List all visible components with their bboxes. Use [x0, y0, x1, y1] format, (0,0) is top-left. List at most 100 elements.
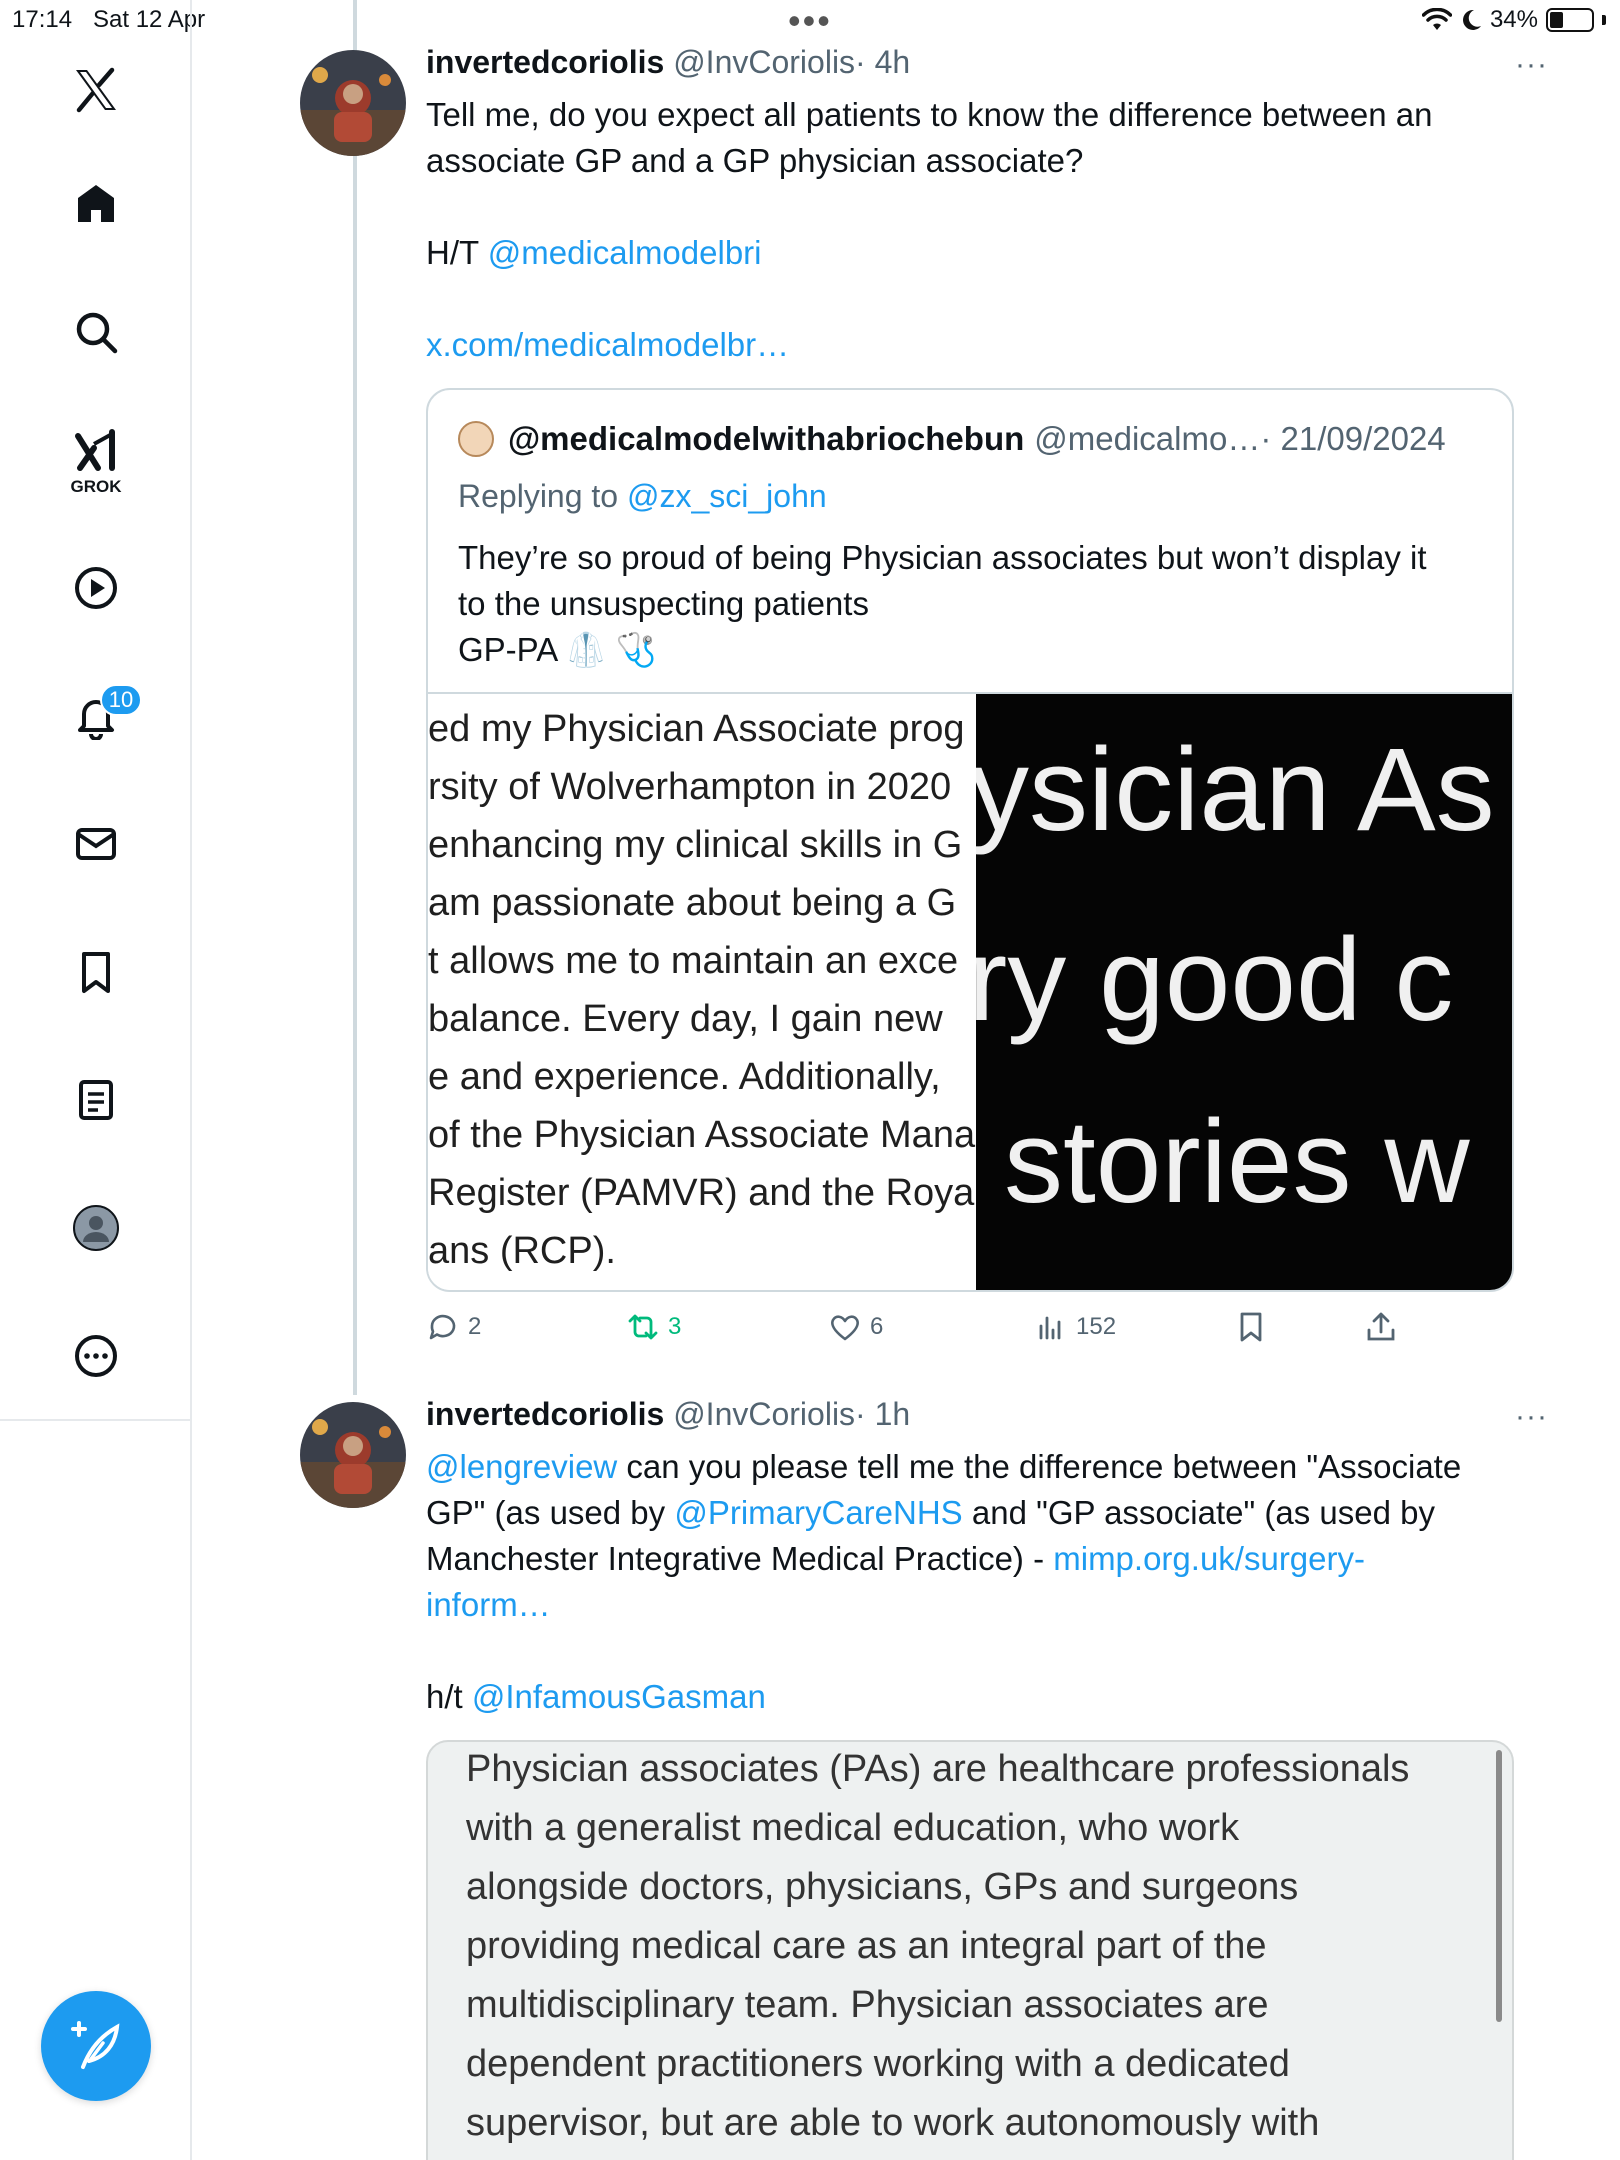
- image-text-line: dependent practitioners working with a d…: [466, 2043, 1290, 2085]
- reply-button[interactable]: 2: [426, 1310, 481, 1344]
- compose-post-button[interactable]: [41, 1991, 151, 2101]
- like-button[interactable]: 6: [828, 1310, 883, 1344]
- grok-label: GROK: [70, 477, 122, 496]
- x-logo-icon[interactable]: [70, 64, 122, 116]
- image-text-line: alongside doctors, physicians, GPs and s…: [466, 1866, 1299, 1908]
- quoted-post-card[interactable]: @medicalmodelwithabriochebun @medicalmo……: [426, 388, 1514, 1292]
- multitasking-dots[interactable]: •••: [788, 0, 832, 42]
- post-text-line: inform…: [426, 1582, 1536, 1628]
- post-text-line: @lengreview can you please tell me the d…: [426, 1444, 1536, 1490]
- image-text-line: stories w: [1004, 1096, 1470, 1228]
- post-text-fragment: can you please tell me the difference be…: [617, 1448, 1462, 1485]
- post-text-fragment: GP" (as used by: [426, 1494, 675, 1531]
- views-button[interactable]: 152: [1034, 1310, 1116, 1344]
- status-bar: 17:14 Sat 12 Apr ••• 34%: [0, 0, 1620, 42]
- image-text-line: ans (RCP).: [428, 1230, 616, 1272]
- media-image-left[interactable]: ed my Physician Associate prog rsity of …: [428, 694, 976, 1290]
- author-handle[interactable]: @InvCoriolis: [673, 44, 855, 80]
- image-text-line: e and experience. Additionally,: [428, 1056, 941, 1098]
- mention-link[interactable]: @InfamousGasman: [472, 1678, 766, 1715]
- post-actions-bar: 2 3 6 152: [426, 1310, 1526, 1354]
- grok-icon[interactable]: [70, 424, 122, 476]
- url-link[interactable]: mimp.org.uk/surgery-: [1053, 1540, 1365, 1577]
- lists-icon[interactable]: [70, 1074, 122, 1126]
- url-link[interactable]: inform…: [426, 1586, 551, 1623]
- post-more-button[interactable]: ···: [1515, 1400, 1548, 1434]
- post-text: @lengreview can you please tell me the d…: [426, 1444, 1536, 1628]
- author-handle[interactable]: @InvCoriolis: [673, 1396, 855, 1432]
- post-text-fragment: Manchester Integrative Medical Practice)…: [426, 1540, 1054, 1577]
- mention-link[interactable]: @PrimaryCareNHS: [674, 1494, 962, 1531]
- quoted-post-text: They’re so proud of being Physician asso…: [458, 535, 1488, 673]
- post-time[interactable]: · 1h: [855, 1396, 910, 1432]
- image-text-line: with a generalist medical education, who…: [466, 1807, 1240, 1849]
- quoted-author-handle: @medicalmo…: [1034, 420, 1261, 457]
- url-link[interactable]: x.com/medicalmodelbr…: [426, 326, 789, 363]
- battery-percent: 34%: [1489, 6, 1538, 33]
- image-text-line: balance. Every day, I gain new: [428, 998, 943, 1040]
- wifi-icon: [1421, 8, 1452, 30]
- post-more-button[interactable]: ···: [1515, 48, 1548, 82]
- status-indicators: 34%: [1421, 6, 1606, 34]
- media-image-right[interactable]: ysician As ry good c stories w: [976, 694, 1512, 1290]
- post-text-line: GP" (as used by @PrimaryCareNHS and "GP …: [426, 1490, 1536, 1536]
- battery-cap: [1602, 15, 1606, 25]
- hat-tip-line: H/T @medicalmodelbri: [426, 230, 762, 276]
- views-count: 152: [1076, 1313, 1117, 1340]
- avatar[interactable]: [300, 1402, 406, 1508]
- sidebar: GROK 10: [0, 0, 192, 2160]
- messages-icon[interactable]: [70, 818, 122, 870]
- post-time[interactable]: · 4h: [855, 44, 910, 80]
- hat-tip-line: h/t @InfamousGasman: [426, 1674, 766, 1720]
- image-text-line: multidisciplinary team. Physician associ…: [466, 1984, 1269, 2026]
- replying-to: Replying to @zx_sci_john: [458, 478, 827, 515]
- views-chart-icon: [1039, 1316, 1061, 1340]
- bookmark-button[interactable]: [1234, 1310, 1268, 1344]
- image-text-line: ysician As: [976, 724, 1495, 856]
- avatar[interactable]: [300, 50, 406, 156]
- share-icon: [1367, 1312, 1395, 1341]
- search-icon[interactable]: [70, 306, 122, 358]
- quoted-text-line: GP-PA 🥼 🩺: [458, 631, 657, 668]
- image-text-line: Register (PAMVR) and the Roya: [428, 1172, 975, 1214]
- author-name[interactable]: invertedcoriolis: [426, 44, 664, 80]
- mention-link[interactable]: @medicalmodelbri: [488, 234, 762, 271]
- more-options-icon[interactable]: [70, 1330, 122, 1382]
- image-scrollbar: [1496, 1750, 1502, 2022]
- reply-icon: [429, 1314, 456, 1340]
- bookmarks-icon[interactable]: [70, 946, 122, 998]
- author-name[interactable]: invertedcoriolis: [426, 1396, 664, 1432]
- like-count: 6: [870, 1313, 884, 1340]
- profile-icon[interactable]: [70, 1202, 122, 1254]
- post-image[interactable]: Physician associates (PAs) are healthcar…: [426, 1740, 1514, 2160]
- compose-feather-icon: [71, 2021, 120, 2069]
- replying-prefix: Replying to: [458, 478, 627, 514]
- image-text-line: am passionate about being a G: [428, 882, 957, 924]
- post-text-line: Tell me, do you expect all patients to k…: [426, 96, 1433, 133]
- heart-icon: [831, 1315, 859, 1341]
- share-button[interactable]: [1364, 1310, 1398, 1344]
- post-text: Tell me, do you expect all patients to k…: [426, 92, 1433, 184]
- quoted-text-line: to the unsuspecting patients: [458, 585, 869, 622]
- bookmark-icon: [1240, 1312, 1262, 1342]
- mention-link[interactable]: @lengreview: [426, 1448, 617, 1485]
- notification-count-badge: 10: [100, 684, 142, 716]
- home-icon[interactable]: [70, 178, 122, 230]
- tweet-header: invertedcoriolis @InvCoriolis· 1h: [426, 1396, 910, 1433]
- replying-to-link[interactable]: @zx_sci_john: [627, 478, 827, 514]
- quoted-author-avatar: [458, 421, 494, 457]
- hat-tip-prefix: h/t: [426, 1678, 472, 1715]
- battery-icon: [1546, 8, 1594, 32]
- thread-connector-line: [353, 0, 357, 1395]
- repost-button[interactable]: 3: [626, 1310, 681, 1344]
- image-text-line: ry good c: [976, 914, 1454, 1046]
- quoted-post-media[interactable]: ed my Physician Associate prog rsity of …: [428, 692, 1512, 1290]
- video-icon[interactable]: [70, 562, 122, 614]
- tweet-header: invertedcoriolis @InvCoriolis· 4h: [426, 44, 910, 81]
- image-text-line: of the Physician Associate Mana: [428, 1114, 976, 1156]
- repost-icon: [628, 1314, 658, 1340]
- moon-icon: [1462, 9, 1481, 30]
- quoted-text-line: They’re so proud of being Physician asso…: [458, 539, 1427, 576]
- image-text-line: Physician associates (PAs) are healthcar…: [466, 1748, 1410, 1790]
- post-text-fragment: and "GP associate" (as used by: [962, 1494, 1435, 1531]
